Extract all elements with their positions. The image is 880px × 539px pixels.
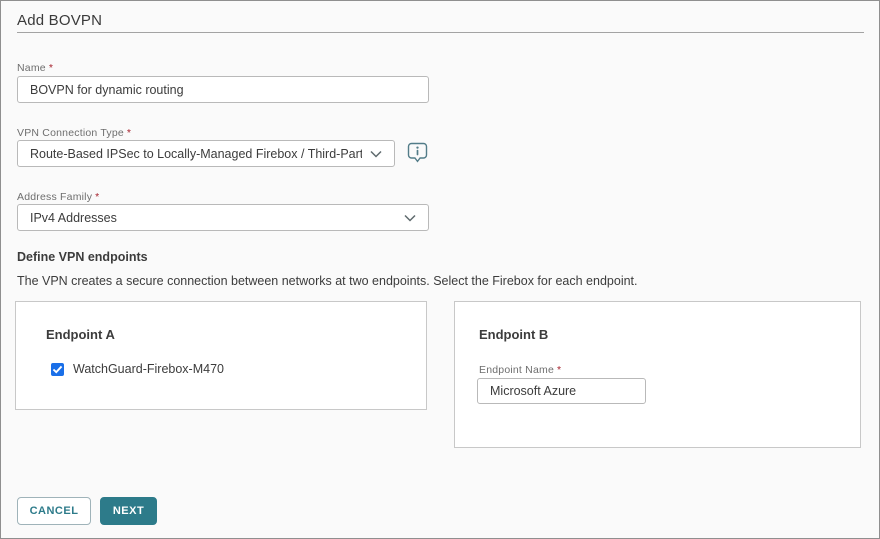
info-tooltip-icon[interactable] xyxy=(407,142,428,168)
firebox-checkbox[interactable] xyxy=(51,363,64,376)
required-marker: * xyxy=(49,62,53,74)
address-family-field-label: Address Family* xyxy=(17,187,99,205)
chevron-down-icon xyxy=(404,214,416,222)
endpoint-a-panel: Endpoint A WatchGuard-Firebox-M470 xyxy=(15,301,427,410)
endpoint-b-title: Endpoint B xyxy=(479,327,548,342)
endpoint-name-input[interactable] xyxy=(477,378,646,404)
endpoint-name-label-text: Endpoint Name xyxy=(479,364,554,376)
address-family-select[interactable]: IPv4 Addresses xyxy=(17,204,429,231)
firebox-checkbox-label: WatchGuard-Firebox-M470 xyxy=(73,362,224,376)
endpoints-section-description: The VPN creates a secure connection betw… xyxy=(17,274,638,288)
required-marker: * xyxy=(557,364,561,376)
endpoints-section-heading: Define VPN endpoints xyxy=(17,250,148,264)
name-field-label: Name* xyxy=(17,58,53,76)
cancel-button[interactable]: CANCEL xyxy=(17,497,91,525)
vpn-connection-type-label-text: VPN Connection Type xyxy=(17,127,124,139)
name-label-text: Name xyxy=(17,62,46,74)
endpoint-b-panel: Endpoint B Endpoint Name* xyxy=(454,301,861,448)
required-marker: * xyxy=(95,191,99,203)
vpn-connection-type-selected-value: Route-Based IPSec to Locally-Managed Fir… xyxy=(30,147,362,161)
title-divider xyxy=(17,32,864,33)
vpn-connection-type-select[interactable]: Route-Based IPSec to Locally-Managed Fir… xyxy=(17,140,395,167)
endpoint-name-field-label: Endpoint Name* xyxy=(479,360,561,378)
vpn-connection-type-field-label: VPN Connection Type* xyxy=(17,123,131,141)
address-family-selected-value: IPv4 Addresses xyxy=(30,211,396,225)
firebox-checkbox-row[interactable]: WatchGuard-Firebox-M470 xyxy=(51,362,224,376)
required-marker: * xyxy=(127,127,131,139)
name-input[interactable] xyxy=(17,76,429,103)
next-button[interactable]: NEXT xyxy=(100,497,157,525)
chevron-down-icon xyxy=(370,150,382,158)
add-bovpn-page: Add BOVPN Name* VPN Connection Type* Rou… xyxy=(0,0,880,539)
endpoint-a-title: Endpoint A xyxy=(46,327,115,342)
page-title: Add BOVPN xyxy=(17,12,102,29)
address-family-label-text: Address Family xyxy=(17,191,92,203)
